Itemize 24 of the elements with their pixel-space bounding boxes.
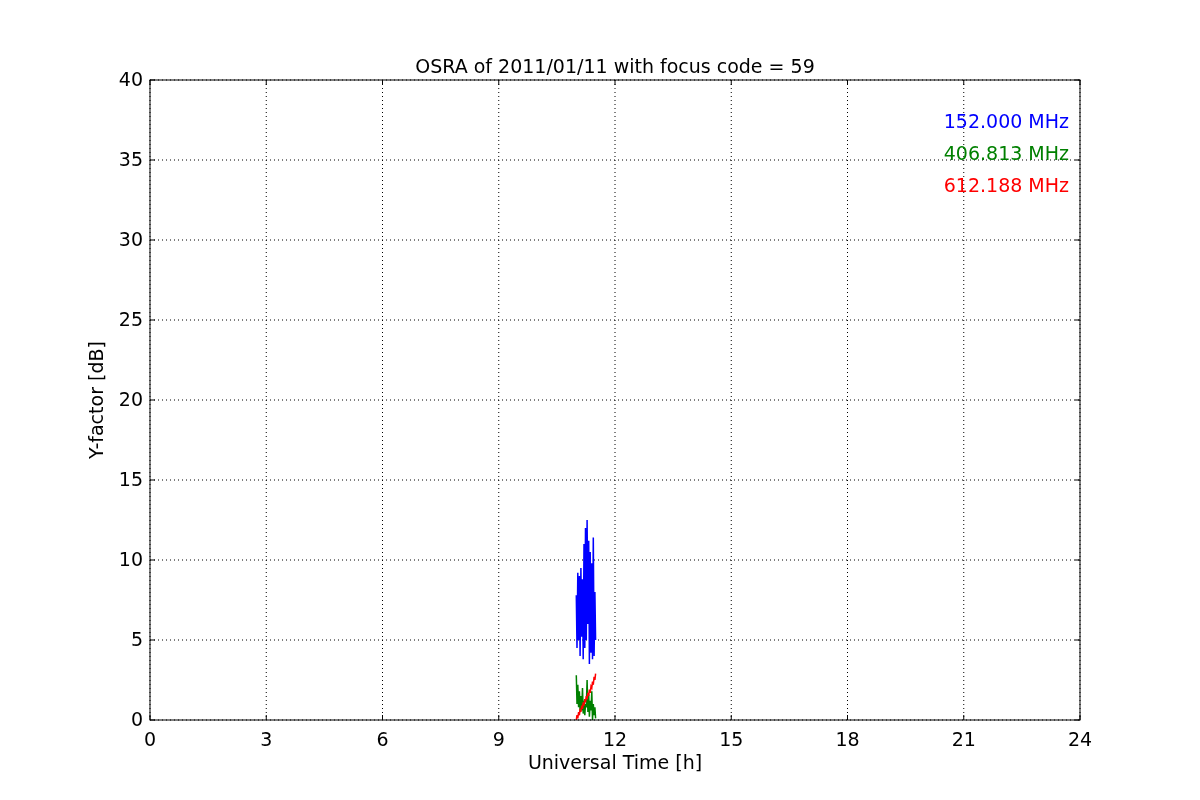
legend-label: 612.188 MHz	[943, 174, 1069, 196]
legend-label: 406.813 MHz	[943, 142, 1069, 164]
y-axis-label: Y-factor [dB]	[85, 341, 107, 459]
tick-label: 12	[602, 728, 628, 750]
tick-label: 24	[1067, 728, 1093, 750]
tick-label: 30	[118, 228, 143, 250]
tick-label: 6	[376, 728, 389, 750]
tick-label: 15	[118, 468, 143, 490]
tick-label: 18	[835, 728, 860, 750]
chart-title: OSRA of 2011/01/11 with focus code = 59	[415, 55, 815, 77]
tick-label: 9	[492, 728, 505, 750]
tick-label: 10	[118, 548, 143, 570]
tick-label: 5	[130, 628, 143, 650]
tick-label: 25	[118, 308, 143, 330]
tick-label: 40	[118, 68, 143, 90]
tick-label: 15	[719, 728, 744, 750]
tick-label: 35	[118, 148, 143, 170]
tick-label: 3	[260, 728, 273, 750]
tick-label: 0	[143, 728, 157, 750]
x-axis-label: Universal Time [h]	[527, 751, 703, 773]
tick-label: 0	[130, 708, 143, 730]
legend-label: 152.000 MHz	[943, 110, 1069, 132]
tick-label: 21	[951, 728, 976, 750]
tick-label: 20	[118, 388, 143, 410]
